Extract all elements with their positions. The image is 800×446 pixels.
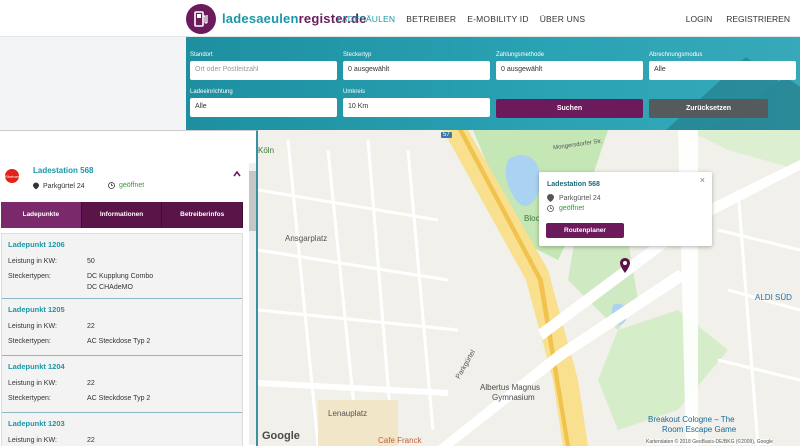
operator-brand-logo: Rheinenergie [3,166,30,186]
abrechnungsmodus-label: Abrechnungsmodus [649,52,703,58]
scrollbar-thumb[interactable] [249,171,256,231]
map-pin-icon [547,194,554,202]
logo-text-part-1: ladesaeulen [222,11,299,26]
ladepunkt-title: Ladepunkt 1204 [8,362,65,371]
umkreis-field: Umkreis 10 Km [343,89,490,117]
map-view[interactable]: Ansgarplatz Lenauplatz ALDI SÜD Albertus… [258,130,800,446]
ladepunkt-title: Ladepunkt 1206 [8,240,65,249]
popup-address-row: Parkgürtel 24 [547,194,601,202]
ladeeinrichtung-label: Ladeeinrichtung [190,89,233,95]
map-label-lenauplatz: Lenauplatz [328,409,368,418]
station-status: geöffnet [119,182,145,189]
station-marker-icon[interactable] [620,258,630,278]
svg-text:Rheinenergie: Rheinenergie [5,174,29,179]
map-label-breakout-1: Breakout Cologne – The [648,415,735,424]
map-label-breakout-2: Room Escape Game [662,425,737,434]
chevron-up-icon[interactable] [233,170,241,179]
map-label-cafe: Cafe Franck [378,436,422,445]
ladeeinrichtung-field: Ladeeinrichtung Alle [190,89,337,117]
leistung-value: 22 [87,323,95,330]
popup-title: Ladestation 568 [547,181,600,188]
clock-icon [547,205,554,212]
search-button[interactable]: Suchen [496,99,643,118]
list-item: Ladepunkt 1203 Leistung in KW: 22 [2,413,242,446]
stecker-label: Steckertypen: [8,395,51,402]
map-copyright: Kartendaten © 2018 GeoBasis-DE/BKG (©200… [646,439,773,445]
zahlungsmethode-select[interactable]: 0 ausgewählt [496,61,643,80]
map-label-ansgarplatz: Ansgarplatz [285,234,328,243]
search-left-background [0,37,186,130]
leistung-label: Leistung in KW: [8,437,57,444]
steckertyp-field: Steckertyp 0 ausgewählt [343,52,490,80]
register-link[interactable]: REGISTRIEREN [726,14,790,24]
map-label-bloc: Bloc [524,214,540,223]
abrechnungsmodus-select[interactable]: Alle [649,61,796,80]
leistung-value: 22 [87,437,95,444]
clock-icon [108,182,115,189]
station-status-row: geöffnet [108,182,144,189]
stecker-label: Steckertypen: [8,273,51,280]
ladepunkt-title: Ladepunkt 1205 [8,305,65,314]
list-item: Ladepunkt 1204 Leistung in KW: 22 Stecke… [2,356,242,413]
tab-ladepunkte[interactable]: Ladepunkte [1,202,82,228]
map-label-koln: Köln [258,146,275,155]
steckertyp-select[interactable]: 0 ausgewählt [343,61,490,80]
umkreis-label: Umkreis [343,89,365,95]
leistung-label: Leistung in KW: [8,323,57,330]
popup-address: Parkgürtel 24 [559,194,601,202]
list-item: Ladepunkt 1205 Leistung in KW: 22 Stecke… [2,299,242,356]
map-label-aldi: ALDI SÜD [755,293,792,302]
station-sidebar: Rheinenergie Ladestation 568 Parkgürtel … [0,130,258,446]
nav-ladesaeulen[interactable]: LADESÄULEN [337,14,395,24]
standort-label: Standort [190,52,213,58]
popup-status-row: geöffnet [547,205,584,212]
nav-emobility-id[interactable]: E-MOBILITY ID [467,14,528,24]
stecker-label: Steckertypen: [8,338,51,345]
list-item: Ladepunkt 1206 Leistung in KW: 50 Stecke… [2,234,242,299]
zahlungsmethode-label: Zahlungsmethode [496,52,545,58]
ladeeinrichtung-select[interactable]: Alle [190,98,337,117]
station-address: Parkgürtel 24 [43,182,85,190]
popup-status: geöffnet [559,205,585,212]
tab-betreiberinfos[interactable]: Betreiberinfos [162,202,244,228]
sidebar-scrollbar[interactable] [249,163,256,445]
standort-input[interactable]: Ort oder Postleitzahl [190,61,337,80]
map-label-a57: 57 [441,132,452,138]
close-icon[interactable]: × [700,175,705,185]
reset-button[interactable]: Zurücksetzen [649,99,768,118]
map-pin-icon [33,182,39,190]
leistung-label: Leistung in KW: [8,258,57,265]
map-label-gymnasium: Gymnasium [492,393,535,402]
stecker-value: DC Kupplung Combo [87,273,154,280]
stecker-value: AC Steckdose Typ 2 [87,338,151,345]
ladepunkt-title: Ladepunkt 1203 [8,419,65,428]
station-popup: Ladestation 568 × Parkgürtel 24 geöffnet… [539,172,712,246]
routenplaner-button[interactable]: Routenplaner [546,223,624,238]
auth-links: LOGIN REGISTRIEREN [672,0,790,37]
zahlungsmethode-field: Zahlungsmethode 0 ausgewählt [496,52,643,80]
login-link[interactable]: LOGIN [686,14,712,24]
map-label-albertus: Albertus Magnus [480,383,541,392]
nav-betreiber[interactable]: BETREIBER [406,14,456,24]
umkreis-select[interactable]: 10 Km [343,98,490,117]
google-logo: Google [262,430,300,442]
steckertyp-label: Steckertyp [343,52,372,58]
nav-ueber-uns[interactable]: ÜBER UNS [540,14,586,24]
station-address-row: Parkgürtel 24 [33,182,85,190]
station-title: Ladestation 568 [33,166,94,175]
stecker-value: AC Steckdose Typ 2 [87,395,151,402]
tab-informationen[interactable]: Informationen [81,202,163,228]
standort-field: Standort Ort oder Postleitzahl [190,52,337,80]
abrechnungsmodus-field: Abrechnungsmodus Alle [649,52,796,80]
station-tabs: Ladepunkte Informationen Betreiberinfos [1,202,244,228]
station-header[interactable]: Rheinenergie Ladestation 568 Parkgürtel … [0,156,256,204]
leistung-label: Leistung in KW: [8,380,57,387]
charging-station-icon [186,3,216,34]
main-nav: LADESÄULEN BETREIBER E-MOBILITY ID ÜBER … [337,0,596,37]
leistung-value: 50 [87,258,95,265]
top-header: ladesaeulenregister.de LADESÄULEN BETREI… [0,0,800,37]
stecker-value: DC CHAdeMO [87,284,133,291]
leistung-value: 22 [87,380,95,387]
ladepunkte-list: Ladepunkt 1206 Leistung in KW: 50 Stecke… [1,233,243,446]
